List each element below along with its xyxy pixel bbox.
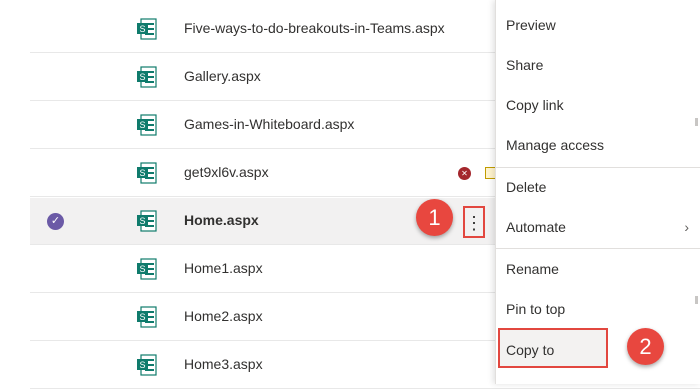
svg-text:S: S [139, 216, 145, 226]
svg-text:S: S [139, 312, 145, 322]
menu-item-manage-access[interactable]: Manage access [496, 125, 700, 165]
error-icon[interactable]: ✕ [458, 167, 471, 180]
file-name[interactable]: Gallery.aspx [184, 68, 261, 84]
file-name[interactable]: Home1.aspx [184, 260, 263, 276]
sharepoint-page-icon: S [137, 114, 157, 136]
svg-text:S: S [139, 24, 145, 34]
menu-item-rename[interactable]: Rename [496, 249, 700, 289]
menu-item-delete[interactable]: Delete [496, 167, 700, 207]
menu-item-pin-to-top[interactable]: Pin to top [496, 289, 700, 329]
sharepoint-page-icon: S [137, 354, 157, 376]
svg-text:S: S [139, 120, 145, 130]
file-name[interactable]: Five-ways-to-do-breakouts-in-Teams.aspx [184, 20, 445, 36]
menu-item-share[interactable]: Share [496, 45, 700, 85]
more-actions-button[interactable]: ⋮ [463, 206, 485, 238]
menu-item-preview[interactable]: Preview [496, 5, 700, 45]
file-name[interactable]: Home2.aspx [184, 308, 263, 324]
scroll-mark [695, 118, 698, 126]
file-name[interactable]: Games-in-Whiteboard.aspx [184, 116, 354, 132]
svg-text:S: S [139, 264, 145, 274]
scroll-mark [695, 296, 698, 304]
menu-item-automate[interactable]: Automate › [496, 207, 700, 247]
chevron-right-icon: › [684, 219, 689, 235]
scrollbar[interactable] [695, 0, 700, 384]
menu-item-copy-link[interactable]: Copy link [496, 85, 700, 125]
sharepoint-page-icon: S [137, 162, 157, 184]
more-vertical-icon: ⋮ [465, 213, 483, 233]
callout-badge-2: 2 [627, 328, 664, 365]
sharepoint-page-icon: S [137, 210, 157, 232]
selected-check-icon[interactable]: ✓ [47, 213, 64, 230]
file-name[interactable]: Home.aspx [184, 212, 259, 228]
menu-item-label: Automate [506, 219, 566, 235]
context-menu: Preview Share Copy link Manage access De… [495, 0, 700, 384]
svg-text:S: S [139, 72, 145, 82]
menu-item-copy-to[interactable]: Copy to [496, 330, 700, 370]
file-name[interactable]: get9xl6v.aspx [184, 164, 269, 180]
svg-text:S: S [139, 360, 145, 370]
callout-badge-1: 1 [416, 199, 453, 236]
sharepoint-page-icon: S [137, 66, 157, 88]
svg-text:S: S [139, 168, 145, 178]
file-name[interactable]: Home3.aspx [184, 356, 263, 372]
sharepoint-page-icon: S [137, 18, 157, 40]
sharepoint-page-icon: S [137, 306, 157, 328]
sharepoint-page-icon: S [137, 258, 157, 280]
